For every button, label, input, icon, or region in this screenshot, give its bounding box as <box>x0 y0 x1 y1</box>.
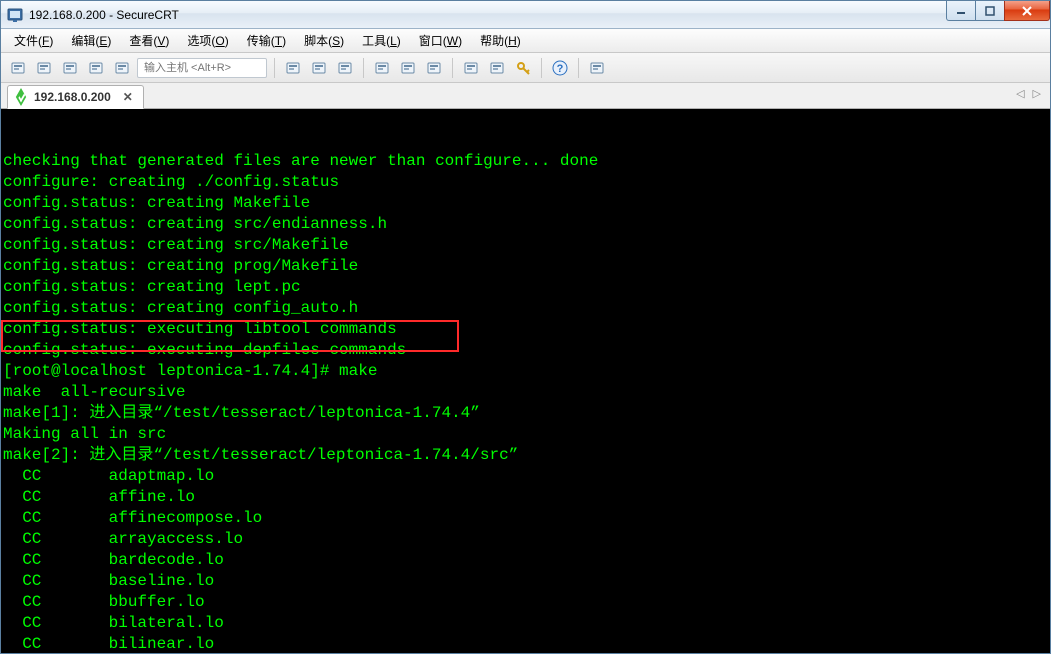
tab-session[interactable]: 192.168.0.200 ✕ <box>7 85 144 109</box>
terminal-line: config.status: creating config_auto.h <box>3 298 1050 319</box>
terminal-line: CC adaptmap.lo <box>3 466 1050 487</box>
terminal-line: [root@localhost leptonica-1.74.4]# make <box>3 361 1050 382</box>
terminal-line: Making all in src <box>3 424 1050 445</box>
terminal-line: CC affinecompose.lo <box>3 508 1050 529</box>
menu-v[interactable]: 查看(V) <box>122 30 176 51</box>
reconnect-icon[interactable] <box>33 57 55 79</box>
separator <box>578 58 579 78</box>
find-icon[interactable] <box>334 57 356 79</box>
close-icon[interactable]: ✕ <box>121 90 135 104</box>
terminal-line: CC affine.lo <box>3 487 1050 508</box>
tile-icon[interactable] <box>586 57 608 79</box>
disconnect-icon[interactable] <box>59 57 81 79</box>
tab-scrollers: ◁ ▷ <box>1013 87 1044 100</box>
menu-o[interactable]: 选项(O) <box>180 30 235 51</box>
toolbar: ? <box>1 53 1050 83</box>
check-icon <box>16 88 26 106</box>
window-title: 192.168.0.200 - SecureCRT <box>29 8 179 22</box>
menu-s[interactable]: 脚本(S) <box>297 30 351 51</box>
properties-icon[interactable] <box>423 57 445 79</box>
separator <box>541 58 542 78</box>
window-controls <box>947 1 1050 21</box>
terminal-line: CC bbuffer.lo <box>3 592 1050 613</box>
options-icon[interactable] <box>460 57 482 79</box>
reconnect-all-icon[interactable] <box>85 57 107 79</box>
help-icon[interactable]: ? <box>549 57 571 79</box>
close-button[interactable] <box>1004 1 1050 21</box>
app-icon <box>7 7 23 23</box>
menu-t[interactable]: 传输(T) <box>240 30 293 51</box>
quick-connect-icon[interactable] <box>7 57 29 79</box>
terminal-line: config.status: executing depfiles comman… <box>3 340 1050 361</box>
terminal-line: configure: creating ./config.status <box>3 172 1050 193</box>
separator <box>363 58 364 78</box>
menu-e[interactable]: 编辑(E) <box>64 30 118 51</box>
print-icon[interactable] <box>371 57 393 79</box>
separator <box>274 58 275 78</box>
menu-f[interactable]: 文件(F) <box>7 30 60 51</box>
menubar: 文件(F)编辑(E)查看(V)选项(O)传输(T)脚本(S)工具(L)窗口(W)… <box>1 29 1050 53</box>
terminal-line: CC bilateral.lo <box>3 613 1050 634</box>
host-input[interactable] <box>137 58 267 78</box>
separator <box>452 58 453 78</box>
terminal-line: config.status: creating Makefile <box>3 193 1050 214</box>
terminal-line: checking that generated files are newer … <box>3 151 1050 172</box>
tab-label: 192.168.0.200 <box>34 90 111 104</box>
terminal-line: config.status: creating src/endianness.h <box>3 214 1050 235</box>
terminal-line: config.status: creating src/Makefile <box>3 235 1050 256</box>
script-icon[interactable] <box>486 57 508 79</box>
terminal-line: CC baseline.lo <box>3 571 1050 592</box>
scroll-left-icon[interactable]: ◁ <box>1013 87 1027 100</box>
titlebar: 192.168.0.200 - SecureCRT <box>1 1 1050 29</box>
svg-text:?: ? <box>557 63 564 75</box>
tab-strip: 192.168.0.200 ✕ ◁ ▷ <box>1 83 1050 109</box>
terminal-line: make all-recursive <box>3 382 1050 403</box>
maximize-button[interactable] <box>975 1 1005 21</box>
minimize-button[interactable] <box>946 1 976 21</box>
menu-l[interactable]: 工具(L) <box>355 30 408 51</box>
terminal[interactable]: checking that generated files are newer … <box>1 109 1050 653</box>
terminal-line: CC bilinear.lo <box>3 634 1050 653</box>
terminal-line: CC arrayaccess.lo <box>3 529 1050 550</box>
menu-w[interactable]: 窗口(W) <box>412 30 469 51</box>
terminal-line: CC bardecode.lo <box>3 550 1050 571</box>
copy-icon[interactable] <box>282 57 304 79</box>
terminal-line: config.status: creating lept.pc <box>3 277 1050 298</box>
key-icon[interactable] <box>512 57 534 79</box>
print-setup-icon[interactable] <box>397 57 419 79</box>
terminal-line: make[1]: 进入目录“/test/tesseract/leptonica-… <box>3 403 1050 424</box>
terminal-line: config.status: executing libtool command… <box>3 319 1050 340</box>
paste-icon[interactable] <box>308 57 330 79</box>
scroll-right-icon[interactable]: ▷ <box>1030 87 1044 100</box>
terminal-line: config.status: creating prog/Makefile <box>3 256 1050 277</box>
enter-host-icon[interactable] <box>111 57 133 79</box>
terminal-line: make[2]: 进入目录“/test/tesseract/leptonica-… <box>3 445 1050 466</box>
menu-h[interactable]: 帮助(H) <box>473 30 528 51</box>
